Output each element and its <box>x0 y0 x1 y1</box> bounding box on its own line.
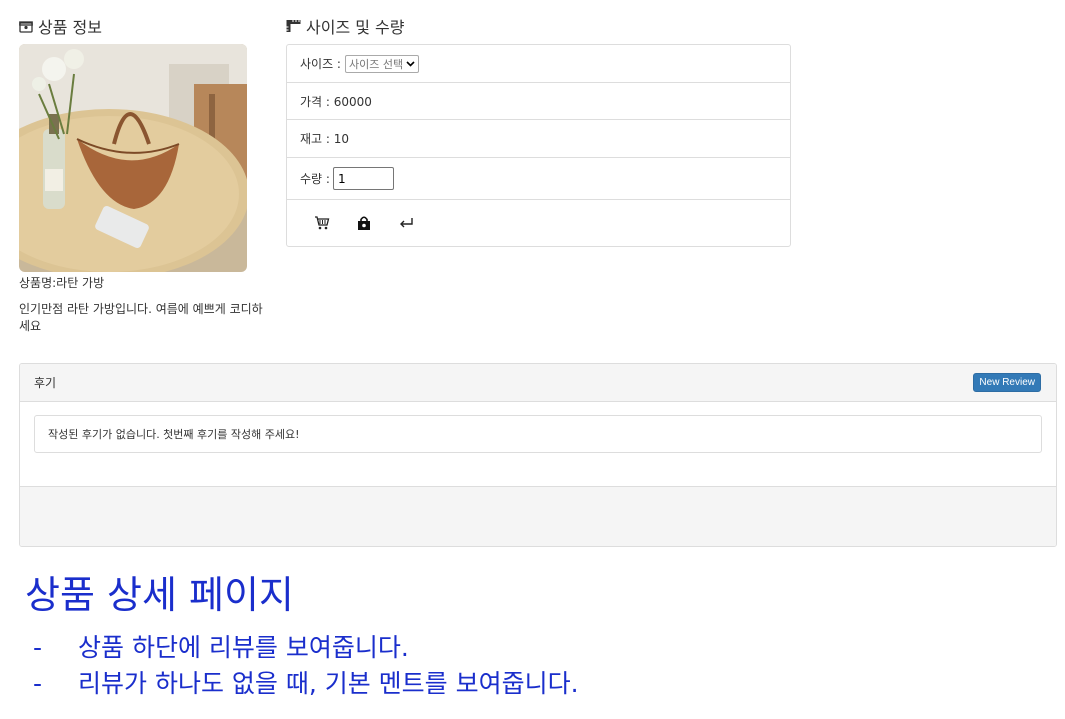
ruler-icon <box>286 19 301 33</box>
review-body: 작성된 후기가 없습니다. 첫번째 후기를 작성해 주세요! <box>20 402 1056 486</box>
review-header: 후기 New Review <box>20 364 1056 402</box>
review-footer <box>20 486 1056 546</box>
empty-review-message-box: 작성된 후기가 없습니다. 첫번째 후기를 작성해 주세요! <box>34 415 1042 453</box>
product-info-heading: 상품 정보 <box>19 14 102 38</box>
review-panel: 후기 New Review 작성된 후기가 없습니다. 첫번째 후기를 작성해 … <box>19 363 1057 547</box>
gift-box-icon <box>19 19 33 33</box>
size-select-value: 사이즈 선택 <box>348 57 404 71</box>
bullet-text: 상품 하단에 리뷰를 보여줍니다. <box>78 633 409 662</box>
empty-review-message: 작성된 후기가 없습니다. 첫번째 후기를 작성해 주세요! <box>48 428 300 441</box>
cart-icon[interactable] <box>312 213 332 233</box>
price-text: 가격 : 60000 <box>300 94 372 109</box>
size-qty-title: 사이즈 및 수량 <box>306 18 405 37</box>
caption-bullet: - 상품 하단에 리뷰를 보여줍니다. <box>33 630 579 666</box>
quantity-row: 수량 : <box>287 158 790 200</box>
caption-title: 상품 상세 페이지 <box>25 573 294 617</box>
quantity-input[interactable] <box>332 167 394 190</box>
caption-bullets: - 상품 하단에 리뷰를 보여줍니다. - 리뷰가 하나도 없을 때, 기본 멘… <box>33 630 579 702</box>
size-qty-panel: 사이즈 : 사이즈 선택 가격 : 60000 재고 : 10 수량 : <box>286 44 791 247</box>
shopping-bag-icon[interactable] <box>354 213 374 233</box>
product-name: 상품명:라탄 가방 <box>19 276 105 290</box>
caption-bullet: - 리뷰가 하나도 없을 때, 기본 멘트를 보여줍니다. <box>33 666 579 702</box>
size-row: 사이즈 : 사이즈 선택 <box>287 45 790 83</box>
size-qty-heading: 사이즈 및 수량 <box>286 14 405 38</box>
size-label: 사이즈 : <box>300 57 341 71</box>
chevron-down-icon <box>406 57 415 70</box>
action-row <box>287 200 790 246</box>
review-title: 후기 <box>34 376 57 390</box>
return-icon[interactable] <box>396 213 416 233</box>
bullet-dash: - <box>33 669 43 698</box>
product-photo <box>19 44 247 272</box>
price-row: 가격 : 60000 <box>287 83 790 120</box>
quantity-label: 수량 : <box>300 172 330 186</box>
stock-text: 재고 : 10 <box>300 132 350 146</box>
product-description: 인기만점 라탄 가방입니다. 여름에 예쁘게 코디하세요 <box>19 302 263 333</box>
bullet-text: 리뷰가 하나도 없을 때, 기본 멘트를 보여줍니다. <box>78 669 579 698</box>
bullet-dash: - <box>33 633 43 662</box>
stock-row: 재고 : 10 <box>287 120 790 158</box>
product-info-title: 상품 정보 <box>38 18 102 37</box>
size-select[interactable]: 사이즈 선택 <box>344 54 420 73</box>
new-review-button[interactable]: New Review <box>973 373 1041 392</box>
